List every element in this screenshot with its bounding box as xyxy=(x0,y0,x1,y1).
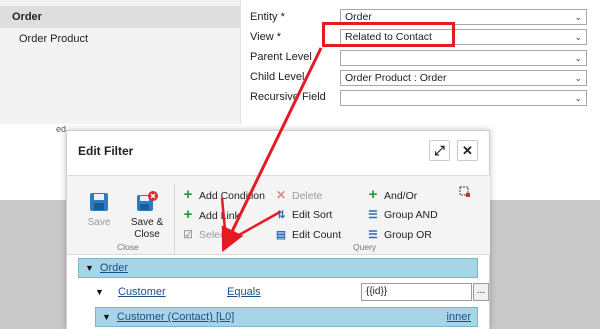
link-join-type[interactable]: inner xyxy=(447,308,471,326)
recursive-field-select[interactable]: ⌄ xyxy=(340,90,587,106)
delete-label: Delete xyxy=(292,190,323,202)
dialog-title: Edit Filter xyxy=(78,144,134,158)
save-close-button[interactable]: Save & Close xyxy=(129,191,165,241)
dialog-header: Edit Filter ⤢ ✕ xyxy=(67,131,491,169)
group-or-label: Group OR xyxy=(384,229,432,241)
group-label-query: Query xyxy=(353,242,377,252)
tree-root-label[interactable]: Order xyxy=(100,262,128,274)
link-entity-row[interactable]: ▼ Customer (Contact) [L0] inner xyxy=(95,307,478,327)
expand-arrow-icon[interactable]: ▼ xyxy=(102,312,111,322)
child-level-label: Child Level xyxy=(250,71,305,83)
chevron-down-icon: ⌄ xyxy=(574,12,582,22)
condition-field[interactable]: Customer xyxy=(118,282,166,302)
chevron-down-icon: ⌄ xyxy=(574,73,582,83)
and-or-icon: + xyxy=(368,186,378,203)
add-link-button[interactable]: + Add Link xyxy=(181,206,240,224)
maximize-icon[interactable]: ⤢ xyxy=(429,140,450,161)
ribbon: Save Save & Close + Add Condition + Add Li… xyxy=(67,175,490,255)
ribbon-overflow-icon[interactable] xyxy=(459,186,471,204)
tree-root-row[interactable]: ▼ Order xyxy=(78,258,478,278)
view-label: View * xyxy=(250,31,281,43)
entity-label: Entity * xyxy=(250,11,285,23)
chevron-down-icon: ⌄ xyxy=(574,53,582,63)
save-button[interactable]: Save xyxy=(84,191,114,229)
sort-icon: ⇅ xyxy=(276,209,286,221)
child-level-select[interactable]: Order Product : Order ⌄ xyxy=(340,70,587,86)
condition-value-input[interactable]: {{id}} xyxy=(361,283,472,301)
select-label: Select xyxy=(199,229,229,241)
edit-filter-dialog: Edit Filter ⤢ ✕ Save Save & Close + Add C… xyxy=(66,130,490,329)
condition-operator[interactable]: Equals xyxy=(227,282,261,302)
plus-icon: + xyxy=(183,186,193,203)
add-condition-button[interactable]: + Add Condition xyxy=(181,186,265,204)
group-and-button[interactable]: ☰ Group AND xyxy=(366,206,438,224)
link-entity-label[interactable]: Customer (Contact) [L0] xyxy=(117,311,234,323)
expand-arrow-icon[interactable]: ▼ xyxy=(85,263,94,273)
edit-count-button[interactable]: ▤ Edit Count xyxy=(274,226,341,244)
edit-count-label: Edit Count xyxy=(292,229,342,241)
nav-item-order-product[interactable]: Order Product xyxy=(0,28,240,50)
recursive-field-label: Recursive Field xyxy=(250,91,326,103)
delete-button[interactable]: ✕ Delete xyxy=(274,186,322,204)
save-close-icon xyxy=(136,191,158,213)
delete-icon: ✕ xyxy=(275,188,287,202)
parent-level-select[interactable]: ⌄ xyxy=(340,50,587,66)
select-button[interactable]: ☑ Select xyxy=(181,226,228,244)
close-icon[interactable]: ✕ xyxy=(457,140,478,161)
add-condition-label: Add Condition xyxy=(199,190,265,202)
condition-lookup-button[interactable]: ... xyxy=(473,283,489,301)
plus-icon: + xyxy=(183,206,193,223)
expand-arrow-icon[interactable]: ▼ xyxy=(95,282,104,302)
edit-sort-label: Edit Sort xyxy=(292,209,333,221)
view-highlight-box xyxy=(322,22,455,47)
count-icon: ▤ xyxy=(276,229,286,241)
and-or-button[interactable]: + And/Or xyxy=(366,186,418,204)
condition-row[interactable]: ▼ Customer Equals {{id}} ... xyxy=(78,282,489,304)
nav-item-label: Order xyxy=(12,11,42,23)
group-icon: ☰ xyxy=(368,209,378,221)
group-and-label: Group AND xyxy=(384,209,438,221)
nav-item-order[interactable]: Order xyxy=(0,6,240,28)
and-or-label: And/Or xyxy=(384,190,418,202)
save-icon xyxy=(88,191,110,213)
chevron-down-icon: ⌄ xyxy=(574,93,582,103)
save-label: Save xyxy=(87,217,111,228)
left-panel: Order Order Product xyxy=(0,0,241,124)
ribbon-separator xyxy=(174,184,175,254)
group-label-close: Close xyxy=(117,242,139,252)
save-close-label: Save & Close xyxy=(130,217,164,240)
add-link-label: Add Link xyxy=(199,210,240,222)
checkbox-icon: ☑ xyxy=(183,229,193,241)
chevron-down-icon: ⌄ xyxy=(574,32,582,42)
edit-sort-button[interactable]: ⇅ Edit Sort xyxy=(274,206,333,224)
child-level-value: Order Product : Order xyxy=(345,72,447,84)
parent-level-label: Parent Level xyxy=(250,51,312,63)
nav-item-label: Order Product xyxy=(19,33,89,45)
